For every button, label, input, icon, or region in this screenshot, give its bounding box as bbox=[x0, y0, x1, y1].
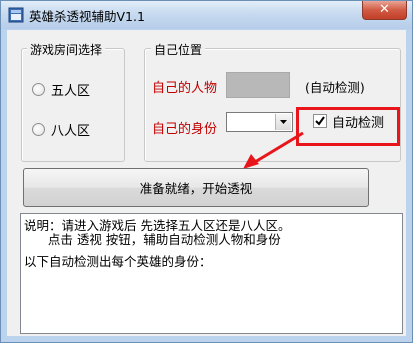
start-button-label: 准备就绪，开始透视 bbox=[139, 181, 253, 196]
radio-five-person-room[interactable] bbox=[32, 83, 45, 96]
app-icon bbox=[8, 7, 24, 23]
own-position-legend: 自己位置 bbox=[151, 41, 206, 58]
client-area: 游戏房间选择 五人区 八人区 自己位置 自己的人物 (自动检测) 自己的身份 自… bbox=[7, 30, 406, 336]
identity-label: 自己的身份 bbox=[152, 122, 218, 137]
close-button[interactable]: ✕ bbox=[362, 1, 407, 20]
close-icon: ✕ bbox=[379, 2, 390, 17]
window-title: 英雄杀透视辅助V1.1 bbox=[29, 9, 145, 24]
instruction-line: 以下自动检测出每个英雄的身份： bbox=[24, 254, 212, 269]
title-bar[interactable]: 英雄杀透视辅助V1.1 ✕ bbox=[1, 1, 412, 29]
room-selection-group: 游戏房间选择 五人区 八人区 bbox=[21, 41, 125, 162]
dropdown-arrow[interactable] bbox=[275, 114, 291, 130]
character-label: 自己的人物 bbox=[152, 81, 218, 96]
start-see-through-button[interactable]: 准备就绪，开始透视 bbox=[23, 168, 369, 207]
auto-detect-note: (自动检测) bbox=[305, 80, 365, 95]
annotation-highlight-box bbox=[296, 107, 400, 146]
radio-eight-person-room[interactable] bbox=[32, 123, 45, 136]
instruction-line: 点击 透视 按钮，辅助自动检测人物和身份 bbox=[24, 232, 281, 247]
app-window: 英雄杀透视辅助V1.1 ✕ 游戏房间选择 五人区 八人区 自己位置 自己的人物 … bbox=[0, 0, 413, 343]
instructions-textarea[interactable]: 说明：请进入游戏后 先选择五人区还是八人区。 点击 透视 按钮，辅助自动检测人物… bbox=[20, 213, 403, 334]
character-display-field bbox=[226, 72, 290, 98]
identity-dropdown[interactable] bbox=[226, 112, 293, 132]
chevron-down-icon bbox=[280, 120, 287, 124]
radio-five-person-label[interactable]: 五人区 bbox=[51, 80, 90, 99]
room-selection-legend: 游戏房间选择 bbox=[27, 41, 106, 58]
radio-eight-person-label[interactable]: 八人区 bbox=[51, 120, 90, 139]
